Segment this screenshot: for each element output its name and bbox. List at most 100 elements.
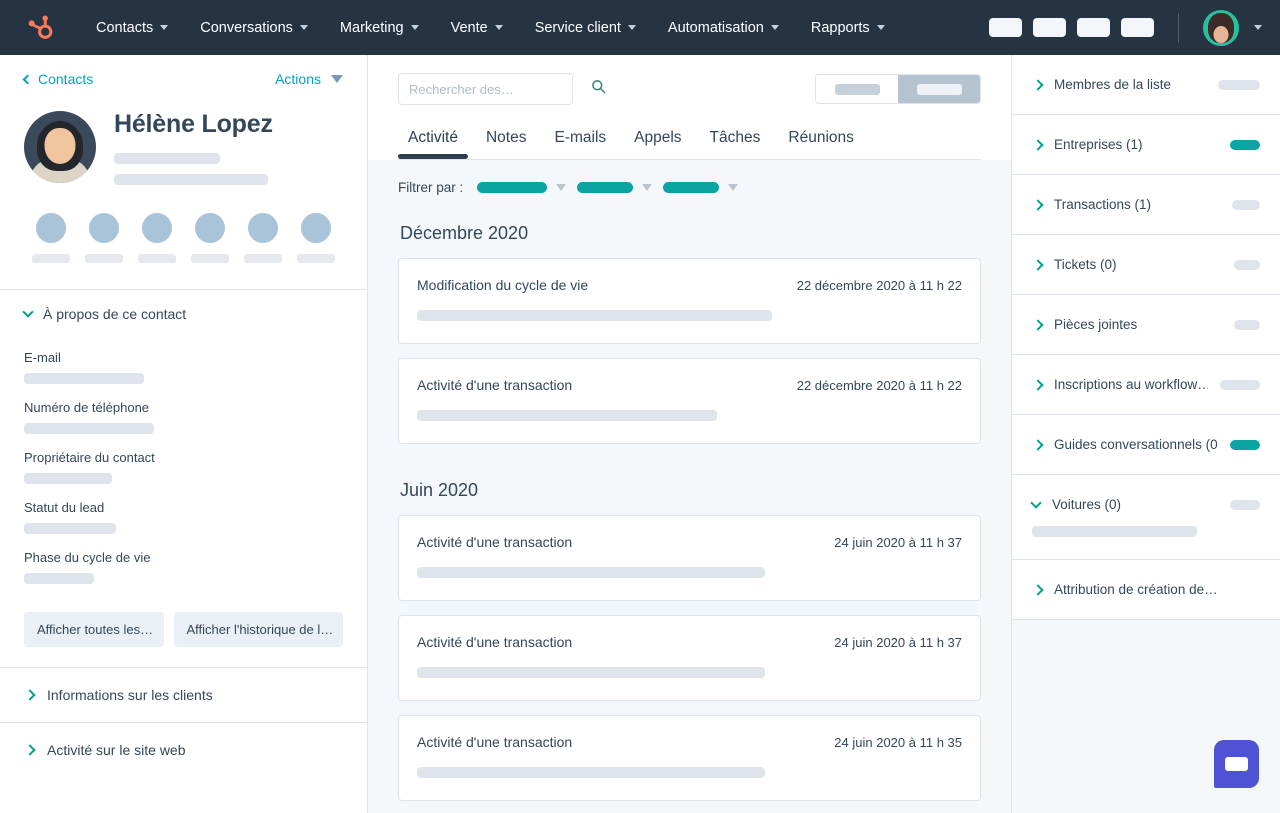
contact-meta-placeholder [114,173,268,185]
chat-bubble-inner [1225,757,1248,771]
view-toggle-group [815,74,981,104]
event-header: Activité d'une transaction 24 juin 2020 … [417,634,962,650]
quick-action-icon [35,212,66,243]
sidebar-item-website-activity[interactable]: Activité sur le site web [0,721,367,777]
field-value-placeholder[interactable] [24,372,144,384]
chevron-right-icon [1032,583,1044,596]
sidebar-item-voitures[interactable]: Voitures (0) [1012,475,1280,526]
nav-tool-placeholder[interactable] [1121,18,1154,37]
chevron-right-icon [1032,378,1044,391]
field-label: Statut du lead [24,499,105,515]
quick-action[interactable] [290,212,343,263]
event-body-placeholder [417,410,717,421]
contact-photo[interactable] [24,111,96,183]
view-toggle-option-1[interactable] [816,75,898,103]
quick-action[interactable] [184,212,237,263]
back-to-contacts-link[interactable]: Contacts [22,71,94,87]
filter-dropdown-3[interactable] [663,182,739,193]
sidebar-item-tickets[interactable]: Tickets (0) [1012,235,1280,295]
sidebar-item-customer-info[interactable]: Informations sur les clients [0,666,367,722]
chevron-right-icon [1032,138,1044,151]
show-all-properties-button[interactable]: Afficher toutes les… [24,611,164,647]
sidebar-item-entreprises[interactable]: Entreprises (1) [1012,115,1280,175]
search-icon[interactable] [591,79,606,99]
nav-item-conversations[interactable]: Conversations [184,14,324,42]
nav-item-vente[interactable]: Vente [435,14,519,42]
field-value-placeholder[interactable] [24,522,116,534]
field-label: Propriétaire du contact [24,449,155,465]
event-title: Modification du cycle de vie [417,277,589,293]
quick-action-label-placeholder [31,253,70,263]
sidebar-item-attribution-creation[interactable]: Attribution de création de… [1012,560,1280,620]
tab-notes[interactable]: Notes [476,123,537,159]
event-header: Modification du cycle de vie 22 décembre… [417,277,962,293]
view-toggle-option-2[interactable] [898,75,980,103]
contact-sidebar: Contacts Actions Hélène Lopez À propos d… [0,55,368,813]
avatar-face [44,128,76,164]
avatar[interactable] [1203,9,1239,46]
quick-action[interactable] [237,212,290,263]
sidebar-item-badge-placeholder [1230,139,1260,150]
timeline-event-card[interactable]: Activité d'une transaction 24 juin 2020 … [398,715,981,801]
nav-item-rapports[interactable]: Rapports [795,14,901,42]
nav-tool-placeholder[interactable] [1033,18,1066,37]
timeline-event-card[interactable]: Modification du cycle de vie 22 décembre… [398,258,981,344]
actions-menu-button[interactable]: Actions [275,71,343,87]
field-label: Phase du cycle de vie [24,549,151,565]
quick-action-label-placeholder [297,253,336,263]
nav-item-service-client[interactable]: Service client [519,14,652,42]
search-input[interactable] [409,81,585,97]
quick-action-label-placeholder [191,253,230,263]
timeline-event-card[interactable]: Activité d'une transaction 24 juin 2020 … [398,615,981,701]
timeline-event-card[interactable]: Activité d'une transaction 22 décembre 2… [398,358,981,444]
field-lead-status: Statut du lead [24,500,343,534]
tab-taches[interactable]: Tâches [700,123,771,159]
sidebar-content-placeholder [1032,526,1197,537]
event-date: 22 décembre 2020 à 11 h 22 [796,378,962,393]
breadcrumb: Contacts Actions [22,71,343,87]
caret-down-icon [556,184,567,191]
field-value-placeholder[interactable] [24,572,94,584]
nav-tool-placeholder[interactable] [1077,18,1110,37]
nav-tool-placeholder[interactable] [989,18,1022,37]
sidebar-item-transactions[interactable]: Transactions (1) [1012,175,1280,235]
filter-dropdown-2[interactable] [577,182,653,193]
about-contact-section-header[interactable]: À propos de ce contact [0,290,367,328]
filter-value-placeholder [477,182,548,193]
nav-item-marketing[interactable]: Marketing [324,14,435,42]
sidebar-item-membres-de-la-liste[interactable]: Membres de la liste [1012,55,1280,115]
quick-action[interactable] [77,212,130,263]
quick-action-icon [88,212,119,243]
timeline-month-heading: Juin 2020 [400,480,479,500]
sidebar-item-pieces-jointes[interactable]: Pièces jointes [1012,295,1280,355]
contact-details-scroll: À propos de ce contact E-mail Numéro de … [0,290,367,813]
hubspot-sprocket-icon[interactable] [24,11,58,45]
nav-item-contacts[interactable]: Contacts [80,14,184,42]
filter-dropdown-1[interactable] [477,182,567,193]
nav-item-label: Rapports [810,19,870,36]
sidebar-item-inscriptions-workflow[interactable]: Inscriptions au workflow… [1012,355,1280,415]
show-history-button[interactable]: Afficher l'historique de l… [173,611,343,647]
tab-reunions[interactable]: Réunions [778,123,864,159]
activity-toolbar [398,73,981,105]
quick-action[interactable] [24,212,77,263]
event-body-placeholder [417,667,765,678]
tab-activite[interactable]: Activité [398,123,468,159]
nav-item-automatisation[interactable]: Automatisation [652,14,795,42]
back-link-label: Contacts [38,71,94,87]
timeline-event-card[interactable]: Activité d'une transaction 24 juin 2020 … [398,515,981,601]
contact-subtitle-placeholder [114,152,220,164]
field-value-placeholder[interactable] [24,422,154,434]
sidebar-item-voitures-content [1012,526,1280,560]
tab-appels[interactable]: Appels [624,123,691,159]
search-box[interactable] [398,73,606,105]
nav-item-label: Conversations [200,19,293,36]
field-label: E-mail [24,349,61,365]
chat-bubble-icon[interactable] [1214,740,1259,788]
timeline-month-heading: Décembre 2020 [400,223,529,243]
tab-emails[interactable]: E-mails [544,123,616,159]
field-value-placeholder[interactable] [24,472,112,484]
chevron-down-icon[interactable] [1254,25,1262,30]
quick-action[interactable] [130,212,183,263]
sidebar-item-guides-conversationnels[interactable]: Guides conversationnels (0) [1012,415,1280,475]
